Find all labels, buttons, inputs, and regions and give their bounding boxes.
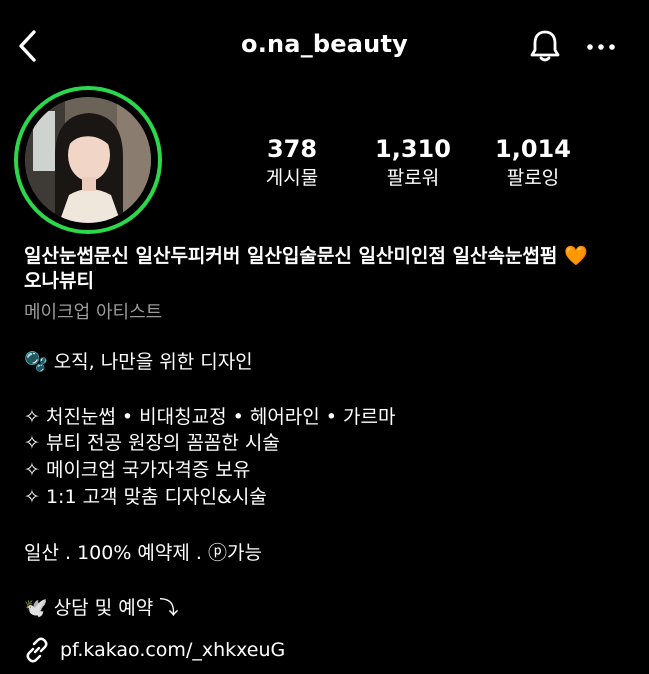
avatar[interactable] — [25, 97, 151, 223]
bio-tagline: 🫧 오직, 나만을 위한 디자인 — [24, 351, 253, 373]
more-horizontal-icon[interactable] — [584, 34, 618, 60]
bio-name-line1: 일산눈썹문신 일산두피커버 일산입술문신 일산미인점 일산속눈썹펌 🧡 — [24, 245, 588, 267]
following-count: 1,014 — [495, 135, 571, 163]
following-label: 팔로잉 — [506, 167, 560, 189]
posts-count: 378 — [266, 135, 318, 163]
category-label: 메이크업 아티스트 — [24, 302, 163, 323]
bio-name: 일산눈썹문신 일산두피커버 일산입술문신 일산미인점 일산속눈썹펌 🧡 오나뷰티 — [24, 244, 634, 294]
stat-posts[interactable]: 378 게시물 — [232, 134, 352, 191]
bio-service-2: ✧ 뷰티 전공 원장의 꼼꼼한 시술 — [24, 432, 280, 454]
followers-count: 1,310 — [375, 135, 451, 163]
bio-service-4: ✧ 1:1 고객 맞춤 디자인&시술 — [24, 486, 267, 508]
bio-consult: 🕊️ 상담 및 예약 ⤵ — [24, 597, 179, 619]
bio-name-line2: 오나뷰티 — [24, 270, 94, 292]
posts-label: 게시물 — [265, 167, 319, 189]
stat-followers[interactable]: 1,310 팔로워 — [353, 134, 473, 191]
bio-service-3: ✧ 메이크업 국가자격증 보유 — [24, 459, 251, 481]
bell-icon[interactable] — [527, 28, 563, 64]
link-icon — [26, 637, 48, 663]
bio-reservation: 일산 . 100% 예약제 . ⓟ가능 — [24, 542, 262, 564]
top-bar: o.na_beauty — [0, 0, 649, 95]
followers-label: 팔로워 — [386, 167, 440, 189]
bio-service-1: ✧ 처진눈썹 • 비대칭교정 • 헤어라인 • 가르마 — [24, 406, 396, 428]
profile-link[interactable]: pf.kakao.com/_xhkxeuG — [60, 639, 285, 661]
stat-following[interactable]: 1,014 팔로잉 — [473, 134, 593, 191]
